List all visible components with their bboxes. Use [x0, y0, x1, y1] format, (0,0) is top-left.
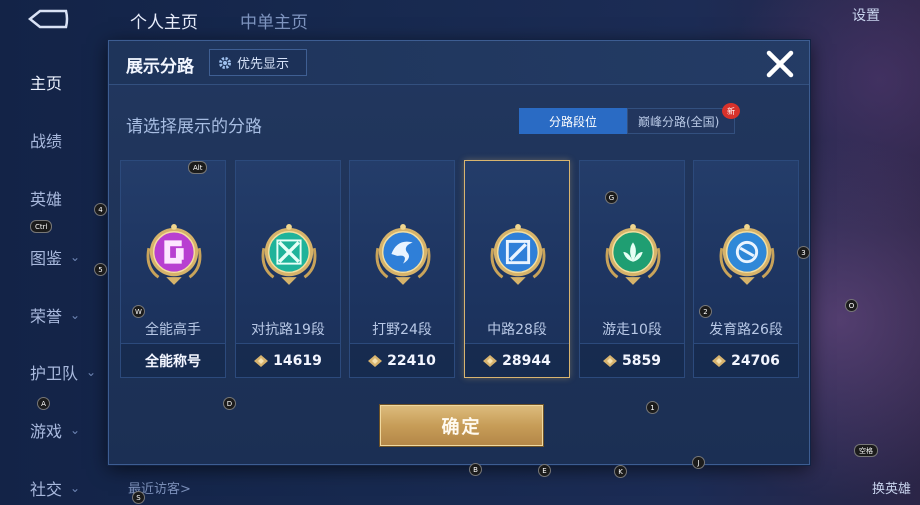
- lane-cards: 全能高手 全能称号 对抗路19段 14619 打野24段 22410 中路28段 28944 游…: [120, 160, 802, 380]
- nav-item-guard[interactable]: 护卫队 ⌄: [30, 360, 96, 384]
- nav-label: 护卫队: [30, 364, 79, 383]
- nav-item-honor[interactable]: 荣誉 ⌄: [30, 303, 80, 327]
- nav-label: 游戏: [30, 422, 63, 441]
- key-hint: B: [469, 463, 482, 476]
- chevron-down-icon: ⌄: [86, 365, 97, 379]
- lane-emblem-icon: [490, 224, 546, 285]
- key-hint: 5: [94, 263, 107, 276]
- lane-emblem-icon: [261, 224, 317, 285]
- lane-score-value: 28944: [502, 352, 551, 369]
- tab-lane-rank[interactable]: 分路段位: [519, 108, 627, 134]
- key-hint: 4: [94, 203, 107, 216]
- left-nav: 主页 战绩 英雄 图鉴 ⌄ 荣誉 ⌄ 护卫队 ⌄ 游戏 ⌄ 社交 ⌄: [0, 40, 110, 505]
- score-diamond-icon: [254, 354, 269, 367]
- dialog-subtitle: 请选择展示的分路: [126, 117, 262, 137]
- key-hint: S: [132, 491, 145, 504]
- lane-rank-label: 全能高手: [145, 322, 201, 338]
- lane-emblem-icon: [146, 224, 202, 285]
- confirm-button[interactable]: 确定: [380, 405, 543, 446]
- lane-rank-label: 游走10段: [602, 322, 662, 338]
- nav-label: 主页: [30, 74, 63, 93]
- back-arrow-icon[interactable]: [26, 8, 70, 30]
- gear-icon: [219, 56, 231, 69]
- lane-score: 22410: [350, 343, 454, 377]
- key-hint-space: 空格: [854, 444, 878, 457]
- key-hint: D: [223, 397, 236, 410]
- chevron-down-icon: ⌄: [70, 423, 81, 437]
- key-hint: 3: [797, 246, 810, 259]
- lane-card[interactable]: 打野24段 22410: [349, 160, 455, 378]
- lane-score-value: 5859: [622, 352, 661, 369]
- lane-tabs: 分路段位 巅峰分路(全国) 新: [519, 103, 740, 134]
- score-diamond-icon: [603, 354, 618, 367]
- lane-score-value: 22410: [387, 352, 436, 369]
- nav-label: 社交: [30, 480, 63, 499]
- close-icon[interactable]: [763, 47, 797, 81]
- key-hint: O: [845, 299, 858, 312]
- lane-card[interactable]: 游走10段 5859: [579, 160, 685, 378]
- lane-rank-label: 打野24段: [372, 322, 432, 338]
- nav-label: 图鉴: [30, 249, 63, 268]
- lane-rank-label: 发育路26段: [709, 322, 783, 338]
- score-diamond-icon: [368, 354, 383, 367]
- lane-score-value: 全能称号: [145, 353, 201, 370]
- lane-card[interactable]: 中路28段 28944: [464, 160, 570, 378]
- lane-score: 全能称号: [121, 343, 225, 377]
- key-hint: E: [538, 464, 551, 477]
- nav-item-home[interactable]: 主页: [30, 70, 62, 94]
- switch-hero-label[interactable]: 换英雄: [872, 478, 911, 497]
- nav-item-game[interactable]: 游戏 ⌄: [30, 418, 80, 442]
- dialog-title: 展示分路: [126, 57, 194, 77]
- lane-rank-label: 中路28段: [487, 322, 547, 338]
- lane-card[interactable]: 对抗路19段 14619: [235, 160, 341, 378]
- nav-label: 战绩: [30, 132, 63, 151]
- top-bar: 个人主页 中单主页 设置: [0, 0, 920, 38]
- priority-display-button[interactable]: 优先显示: [209, 49, 307, 76]
- new-badge: 新: [722, 103, 740, 119]
- key-hint: J: [692, 456, 705, 469]
- tab-label: 分路段位: [548, 114, 597, 129]
- key-hint: Alt: [188, 161, 208, 174]
- key-hint: G: [605, 191, 618, 204]
- lane-emblem-icon: [719, 224, 775, 285]
- nav-label: 荣誉: [30, 307, 63, 326]
- lane-score-value: 14619: [273, 352, 322, 369]
- settings-label[interactable]: 设置: [852, 5, 880, 25]
- lane-score-value: 24706: [731, 352, 780, 369]
- lane-score: 24706: [694, 343, 798, 377]
- chevron-down-icon: ⌄: [70, 481, 81, 495]
- key-hint: 2: [699, 305, 712, 318]
- lane-card[interactable]: 全能高手 全能称号: [120, 160, 226, 378]
- nav-label: 英雄: [30, 190, 63, 209]
- lane-score: 28944: [465, 343, 569, 377]
- nav-item-codex[interactable]: 图鉴 ⌄: [30, 245, 80, 269]
- nav-item-hero[interactable]: 英雄: [30, 186, 62, 210]
- chevron-down-icon: ⌄: [70, 308, 81, 322]
- lane-score: 14619: [236, 343, 340, 377]
- dialog-header: 展示分路 优先显示: [109, 41, 809, 85]
- score-diamond-icon: [483, 354, 498, 367]
- score-diamond-icon: [712, 354, 727, 367]
- lane-emblem-icon: [605, 224, 661, 285]
- chevron-down-icon: ⌄: [70, 250, 81, 264]
- nav-item-social[interactable]: 社交 ⌄: [30, 476, 80, 500]
- tab-profile[interactable]: 个人主页: [130, 8, 198, 33]
- lane-rank-label: 对抗路19段: [251, 322, 325, 338]
- tab-peak-lane[interactable]: 巅峰分路(全国) 新: [627, 103, 740, 134]
- nav-item-record[interactable]: 战绩: [30, 128, 62, 152]
- lane-score: 5859: [580, 343, 684, 377]
- key-hint: W: [132, 305, 145, 318]
- tab-label: 巅峰分路(全国): [638, 114, 720, 129]
- lane-card[interactable]: 发育路26段 24706: [693, 160, 799, 378]
- key-hint: 1: [646, 401, 659, 414]
- key-hint: Ctrl: [30, 220, 53, 233]
- priority-display-label: 优先显示: [237, 57, 290, 72]
- lane-emblem-icon: [375, 224, 431, 285]
- key-hint: A: [37, 397, 50, 410]
- tab-second[interactable]: 中单主页: [240, 8, 308, 33]
- key-hint: K: [614, 465, 627, 478]
- right-side-panel: 换英雄: [812, 40, 920, 505]
- lane-display-dialog: 展示分路 优先显示 请选择展示的分路 分路段位 巅峰分路(全国) 新 全能高手全…: [108, 40, 810, 465]
